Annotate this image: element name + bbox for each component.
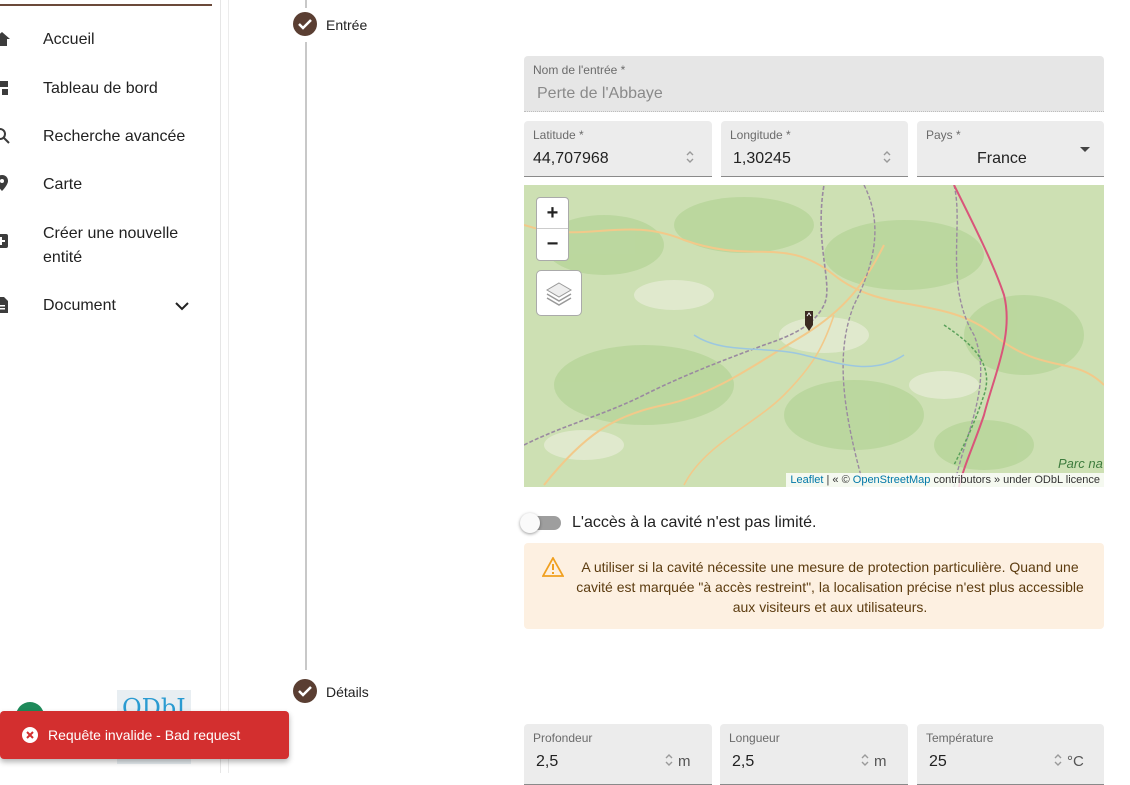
spinner-icon[interactable] — [882, 150, 892, 164]
step-label-entry: Entrée — [326, 17, 368, 33]
error-icon — [22, 727, 38, 743]
layers-button[interactable] — [536, 270, 582, 316]
warning-alert: A utiliser si la cavité nécessite une me… — [524, 543, 1104, 629]
search-icon — [0, 128, 10, 144]
spinner-icon[interactable] — [1053, 753, 1063, 767]
longitude-field[interactable]: Longitude * 1,30245 — [721, 121, 908, 177]
zoom-in-button[interactable]: + — [537, 198, 568, 229]
field-value: 1,30245 — [733, 150, 791, 167]
toast-message: Requête invalide - Bad request — [48, 727, 241, 743]
field-value: 25 — [929, 753, 947, 770]
dropdown-arrow-icon — [1080, 147, 1090, 152]
sidebar-item-label: Créer une nouvelle entité — [43, 225, 179, 266]
temperature-field[interactable]: Température 25 °C — [917, 724, 1104, 785]
field-label: Nom de l'entrée * — [533, 63, 626, 77]
chevron-down-icon[interactable] — [174, 298, 190, 314]
attribution-text: contributors » under ODbL licence — [930, 474, 1100, 486]
add-box-icon — [0, 234, 8, 248]
warning-icon — [542, 557, 564, 577]
step-label-details: Détails — [326, 684, 369, 700]
length-field[interactable]: Longueur 2,5 m — [720, 724, 908, 785]
step-complete-icon — [293, 679, 317, 703]
field-label: Température — [926, 731, 994, 745]
map-pin-icon — [0, 175, 8, 191]
stepper-connector — [305, 0, 307, 8]
map-place-label: Parc na — [1058, 456, 1103, 471]
toggle-label: L'accès à la cavité n'est pas limité. — [572, 514, 817, 531]
toggle-knob[interactable] — [520, 513, 540, 533]
error-toast[interactable]: Requête invalide - Bad request — [0, 711, 289, 759]
document-icon — [0, 297, 8, 313]
depth-field[interactable]: Profondeur 2,5 m — [524, 724, 712, 785]
map-tiles — [524, 185, 1104, 487]
sidebar: Accueil Tableau de bord Recherche avancé… — [0, 0, 221, 773]
sidebar-divider — [0, 4, 212, 6]
home-icon — [0, 32, 10, 46]
sidebar-item-label: Accueil — [43, 31, 95, 48]
leaflet-link[interactable]: Leaflet — [790, 474, 823, 486]
divider — [228, 0, 229, 773]
unit-label: m — [874, 753, 887, 770]
sidebar-item-label: Document — [43, 297, 116, 314]
osm-link[interactable]: OpenStreetMap — [853, 474, 931, 486]
field-label: Latitude * — [533, 128, 584, 142]
field-label: Profondeur — [533, 731, 593, 745]
map-view[interactable] — [524, 185, 1104, 487]
warning-text: A utiliser si la cavité nécessite une me… — [576, 559, 1084, 615]
spinner-icon[interactable] — [860, 753, 870, 767]
unit-label: m — [678, 753, 691, 770]
field-value: 2,5 — [536, 753, 559, 770]
latitude-field[interactable]: Latitude * 44,707968 — [524, 121, 712, 177]
entry-name-field: Nom de l'entrée * Perte de l'Abbaye — [524, 56, 1104, 112]
field-label: Longueur — [729, 731, 780, 745]
spinner-icon[interactable] — [664, 753, 674, 767]
field-label: Pays * — [926, 128, 961, 142]
stepper-connector — [305, 42, 307, 670]
field-value: 44,707968 — [533, 150, 609, 167]
dashboard-icon — [0, 81, 8, 95]
zoom-out-button[interactable]: − — [537, 229, 568, 259]
sidebar-item-label: Recherche avancée — [43, 128, 186, 145]
country-select[interactable]: Pays * France — [917, 121, 1104, 177]
sidebar-item-label: Carte — [43, 176, 83, 193]
field-value: Perte de l'Abbaye — [537, 85, 663, 102]
step-complete-icon — [293, 12, 317, 36]
field-label: Longitude * — [730, 128, 791, 142]
zoom-control: + − — [536, 197, 569, 261]
layers-icon — [546, 282, 572, 306]
spinner-icon[interactable] — [685, 150, 695, 164]
map-attribution: Leaflet | « © OpenStreetMap contributors… — [786, 473, 1104, 487]
sidebar-item-label: Tableau de bord — [43, 80, 158, 97]
field-value: France — [977, 150, 1027, 167]
field-value: 2,5 — [732, 753, 755, 770]
unit-label: °C — [1067, 753, 1084, 770]
attribution-separator: | « © — [823, 474, 853, 486]
